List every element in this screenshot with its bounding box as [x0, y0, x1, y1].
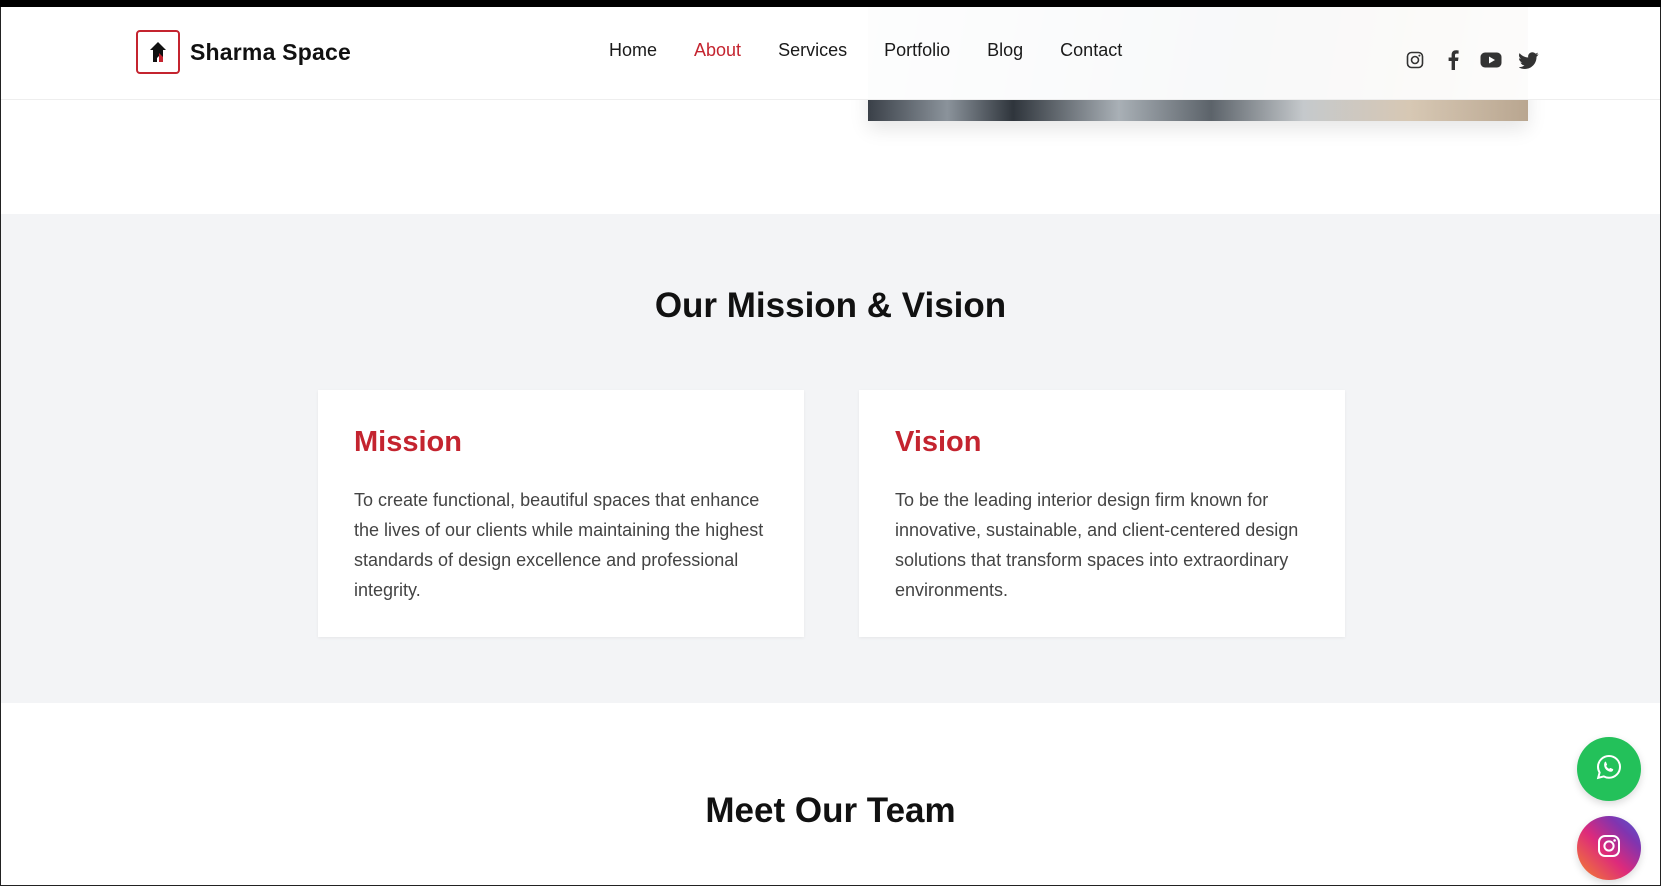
header-divider [1, 99, 1660, 100]
vision-card: Vision To be the leading interior design… [859, 390, 1345, 637]
twitter-icon[interactable] [1518, 49, 1540, 71]
youtube-icon[interactable] [1480, 49, 1502, 71]
facebook-icon[interactable] [1442, 49, 1464, 71]
card-heading: Mission [354, 426, 462, 458]
nav-contact[interactable]: Contact [1060, 40, 1122, 61]
mission-vision-section: Our Mission & Vision Mission To create f… [1, 214, 1660, 703]
nav-services[interactable]: Services [778, 40, 847, 61]
instagram-button[interactable] [1577, 816, 1641, 880]
whatsapp-button[interactable] [1577, 737, 1641, 801]
nav-home[interactable]: Home [609, 40, 657, 61]
section-title: Our Mission & Vision [654, 286, 1007, 325]
card-heading: Vision [895, 426, 982, 458]
whatsapp-icon [1596, 754, 1622, 785]
instagram-icon[interactable] [1404, 49, 1426, 71]
card-text: To be the leading interior design firm k… [895, 490, 1299, 600]
main-nav: Home About Services Portfolio Blog Conta… [609, 40, 1122, 61]
brand-logo[interactable]: Sharma Space [136, 30, 351, 74]
house-icon [136, 30, 180, 74]
page-viewport: Sharma Space Home About Services Portfol… [0, 7, 1661, 886]
mission-card: Mission To create functional, beautiful … [318, 390, 804, 637]
instagram-icon [1597, 834, 1621, 863]
site-header: Sharma Space Home About Services Portfol… [1, 7, 1660, 100]
nav-blog[interactable]: Blog [987, 40, 1023, 61]
nav-about[interactable]: About [694, 40, 741, 61]
team-section-title: Meet Our Team [705, 791, 956, 830]
hero-image-strip [868, 99, 1528, 121]
nav-portfolio[interactable]: Portfolio [884, 40, 950, 61]
brand-name: Sharma Space [190, 38, 351, 65]
social-links [1404, 49, 1540, 71]
card-text: To create functional, beautiful spaces t… [354, 490, 764, 600]
